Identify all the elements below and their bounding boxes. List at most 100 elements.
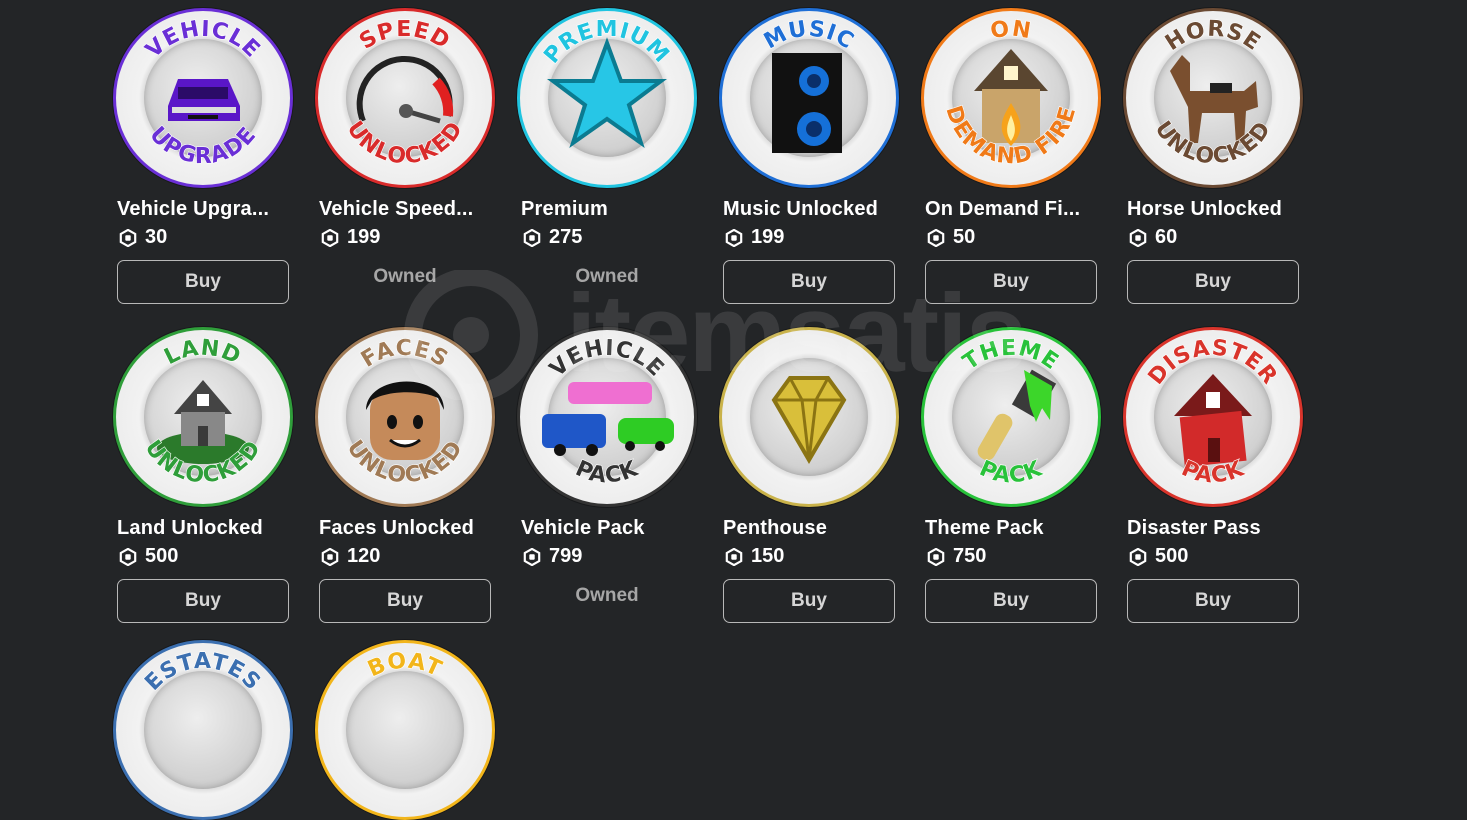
gamepass-price: 150: [725, 545, 784, 568]
gamepass-badge[interactable]: ESTATES: [113, 640, 293, 820]
robux-icon: [119, 547, 137, 566]
gamepass-name[interactable]: Horse Unlocked: [1127, 198, 1299, 221]
gamepass-badge[interactable]: DISASTER PACK: [1123, 327, 1303, 507]
badge-ring-text: DISASTER PACK: [1143, 335, 1283, 490]
price-value: 30: [145, 226, 168, 248]
robux-icon: [119, 228, 137, 247]
price-value: 150: [751, 545, 785, 567]
svg-text:ESTATES: ESTATES: [140, 649, 265, 696]
badge-top-text: PREMIUM: [539, 16, 674, 69]
buy-button[interactable]: Buy: [117, 260, 289, 304]
svg-text:FACES: FACES: [357, 336, 453, 373]
price-value: 60: [1155, 226, 1178, 248]
buy-button[interactable]: Buy: [723, 579, 895, 623]
buy-button[interactable]: Buy: [1127, 260, 1299, 304]
gamepass-price: 500: [119, 545, 178, 568]
svg-text:UNLOCKED: UNLOCKED: [1150, 117, 1277, 170]
badge-bottom-text: UNLOCKED: [341, 116, 468, 170]
svg-text:SPEED: SPEED: [355, 17, 454, 55]
price-value: 120: [347, 545, 381, 567]
gamepass-price: 750: [927, 545, 986, 568]
gamepass-price: 120: [321, 545, 380, 568]
buy-button[interactable]: Buy: [925, 260, 1097, 304]
buy-button[interactable]: Buy: [1127, 579, 1299, 623]
badge-ring-text: ESTATES: [140, 648, 265, 696]
price-value: 199: [347, 226, 381, 248]
gamepass-name[interactable]: Vehicle Speed...: [319, 198, 491, 221]
badge-bottom-text: UNLOCKED: [341, 435, 468, 489]
gamepass-name[interactable]: Penthouse: [723, 517, 895, 540]
badge-ring-text: SPEED UNLOCKED: [341, 16, 468, 170]
svg-text:DEMAND FIRE: DEMAND FIRE: [940, 103, 1081, 170]
gamepass-name[interactable]: Vehicle Upgra...: [117, 198, 289, 221]
gamepass-badge[interactable]: HORSE UNLOCKED: [1123, 8, 1303, 188]
gamepass-badge[interactable]: THEME PACK: [921, 327, 1101, 507]
gamepass-name[interactable]: Land Unlocked: [117, 517, 289, 540]
badge-ring-text: [722, 330, 896, 504]
badge-top-text: LAND: [160, 335, 245, 371]
gamepass-name[interactable]: Music Unlocked: [723, 198, 895, 221]
badge-top-text: VEHICLE: [141, 16, 265, 64]
badge-top-text: THEME: [958, 335, 1063, 376]
gamepass-name[interactable]: On Demand Fi...: [925, 198, 1097, 221]
svg-text:LAND: LAND: [160, 335, 245, 370]
svg-text:THEME: THEME: [959, 336, 1064, 376]
badge-bottom-text: PACK: [1177, 456, 1248, 490]
gamepass-grid: VEHICLE UPGRADE Vehicle Upgra... 30 Buy …: [0, 0, 1467, 820]
gamepass-badge[interactable]: SPEED UNLOCKED: [315, 8, 495, 188]
gamepass-price: 199: [725, 226, 784, 249]
svg-text:UPGRADE: UPGRADE: [144, 122, 261, 169]
owned-label: Owned: [575, 266, 639, 287]
gamepass-badge[interactable]: PREMIUM: [517, 8, 697, 188]
svg-text:DISASTER: DISASTER: [1144, 336, 1283, 390]
badge-top-text: MUSIC: [759, 16, 858, 55]
buy-button[interactable]: Buy: [117, 579, 289, 623]
badge-ring-text: VEHICLE PACK: [545, 335, 669, 489]
svg-text:PACK: PACK: [976, 456, 1046, 488]
gamepass-price: 275: [523, 226, 582, 249]
robux-icon: [1129, 547, 1147, 566]
gamepass-badge[interactable]: ON DEMAND FIRE: [921, 8, 1101, 188]
badge-bottom-text: DEMAND FIRE: [940, 102, 1081, 170]
svg-text:BOAT: BOAT: [364, 648, 446, 682]
gamepass-price: 30: [119, 226, 167, 249]
svg-text:PREMIUM: PREMIUM: [539, 17, 674, 69]
gamepass-badge[interactable]: LAND UNLOCKED: [113, 327, 293, 507]
buy-button[interactable]: Buy: [319, 579, 491, 623]
badge-top-text: HORSE: [1161, 16, 1265, 57]
badge-top-text: BOAT: [364, 648, 446, 683]
gamepass-badge[interactable]: BOAT: [315, 640, 495, 820]
price-value: 750: [953, 545, 987, 567]
badge-bottom-text: UNLOCKED: [1149, 116, 1276, 170]
svg-text:VEHICLE: VEHICLE: [545, 336, 669, 383]
buy-button[interactable]: Buy: [723, 260, 895, 304]
owned-label: Owned: [373, 266, 437, 287]
gamepass-badge[interactable]: [719, 327, 899, 507]
gamepass-badge[interactable]: MUSIC: [719, 8, 899, 188]
badge-bottom-text: PACK: [975, 456, 1046, 490]
gamepass-price: 500: [1129, 545, 1188, 568]
gamepass-badge[interactable]: VEHICLE UPGRADE: [113, 8, 293, 188]
gamepass-name[interactable]: Theme Pack: [925, 517, 1097, 540]
owned-label: Owned: [575, 585, 639, 606]
gamepass-badge[interactable]: FACES UNLOCKED: [315, 327, 495, 507]
gamepass-price: 50: [927, 226, 975, 249]
svg-text:PACK: PACK: [572, 456, 642, 488]
gamepass-name[interactable]: Faces Unlocked: [319, 517, 491, 540]
robux-icon: [725, 547, 743, 566]
gamepass-name[interactable]: Premium: [521, 198, 693, 221]
robux-icon: [725, 228, 743, 247]
badge-ring-text: PREMIUM: [539, 16, 674, 69]
gamepass-badge[interactable]: VEHICLE PACK: [517, 327, 697, 507]
badge-ring-text: THEME PACK: [958, 335, 1064, 489]
gamepass-name[interactable]: Vehicle Pack: [521, 517, 693, 540]
svg-text:UNLOCKED: UNLOCKED: [140, 436, 267, 489]
buy-button[interactable]: Buy: [925, 579, 1097, 623]
gamepass-price: 199: [321, 226, 380, 249]
robux-icon: [927, 547, 945, 566]
robux-icon: [321, 228, 339, 247]
badge-ring-text: FACES UNLOCKED: [341, 335, 468, 489]
gamepass-name[interactable]: Disaster Pass: [1127, 517, 1299, 540]
badge-ring-text: ON DEMAND FIRE: [940, 16, 1081, 170]
badge-ring-text: VEHICLE UPGRADE: [141, 16, 265, 170]
